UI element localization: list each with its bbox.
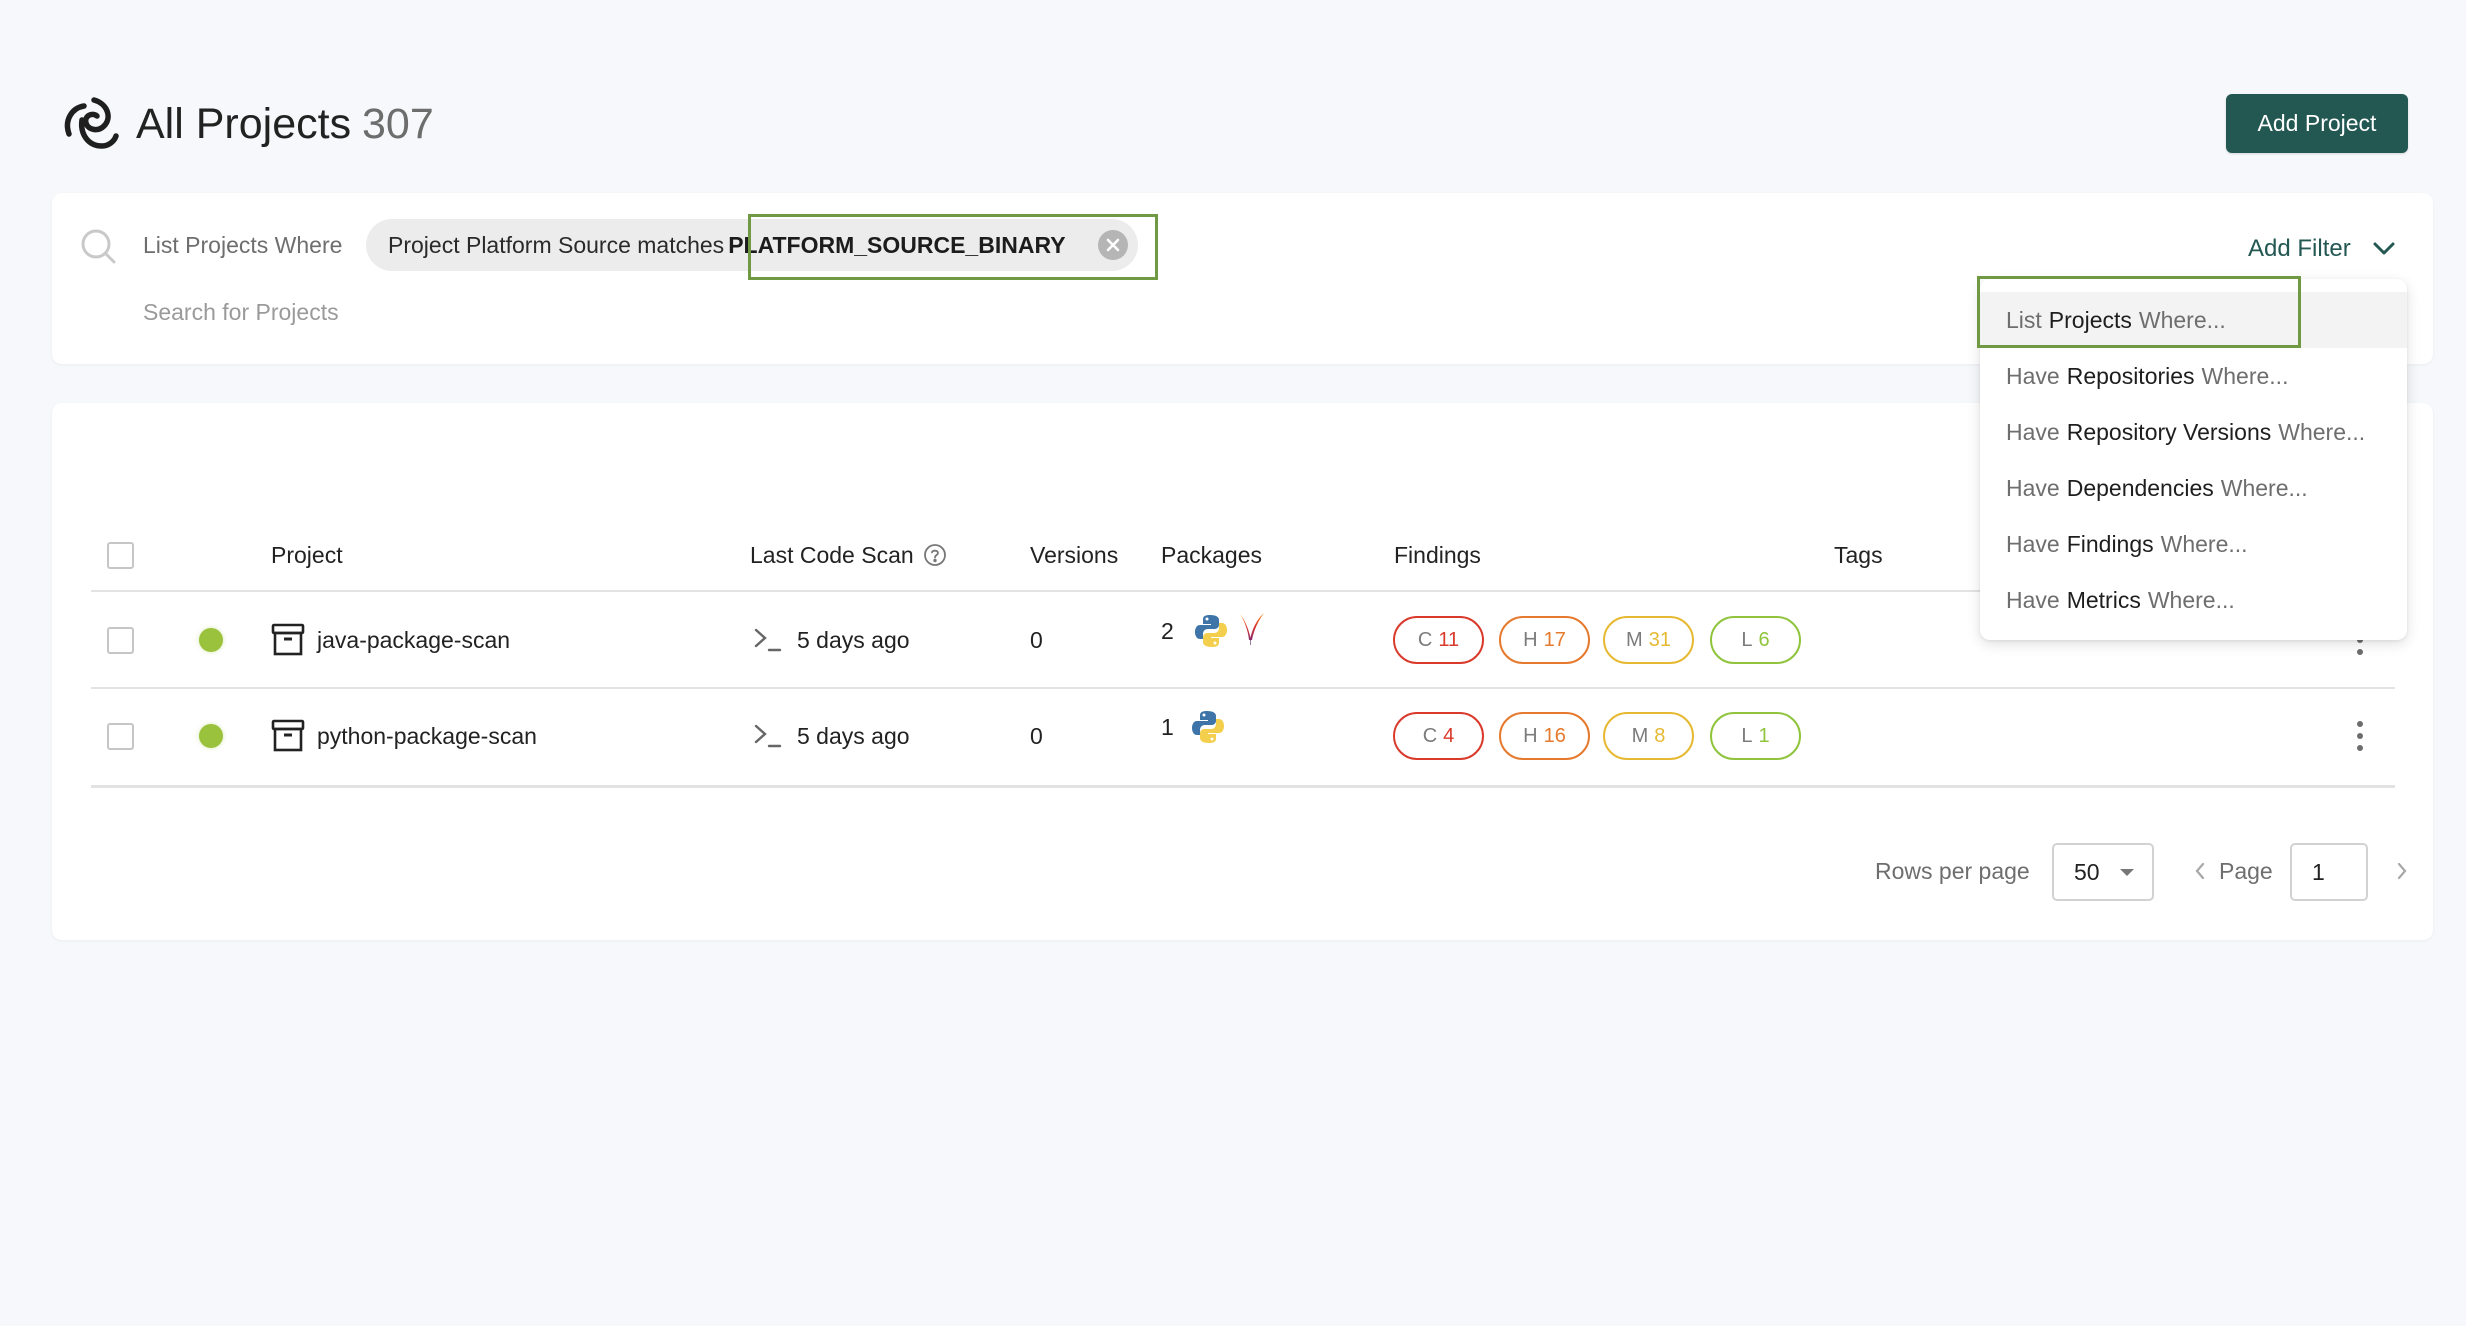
terminal-prompt-icon xyxy=(753,627,783,658)
row-checkbox[interactable] xyxy=(107,723,134,750)
close-circle-icon[interactable] xyxy=(1098,230,1128,260)
rows-per-page-value: 50 xyxy=(2074,858,2100,885)
finding-badge-medium[interactable]: M 31 xyxy=(1603,616,1694,664)
last-code-scan: 5 days ago xyxy=(797,723,910,749)
filter-prefix-label: List Projects Where xyxy=(143,231,343,258)
terminal-prompt-icon xyxy=(753,723,783,754)
column-header-versions[interactable]: Versions xyxy=(1030,538,1118,572)
help-circle-icon[interactable] xyxy=(923,543,947,567)
row-divider xyxy=(91,687,2395,689)
archive-box-icon xyxy=(271,718,305,757)
packages-count: 2 xyxy=(1161,618,1174,644)
last-code-scan: 5 days ago xyxy=(797,627,910,653)
last-code-scan-label: Last Code Scan xyxy=(750,542,914,568)
page-title: All Projects xyxy=(136,100,352,148)
next-page-button[interactable] xyxy=(2392,855,2412,887)
column-header-packages[interactable]: Packages xyxy=(1161,538,1262,572)
rows-per-page-select[interactable]: 50 xyxy=(2052,843,2154,901)
chevron-right-icon xyxy=(2397,862,2407,880)
column-header-tags: Tags xyxy=(1834,542,1883,568)
add-filter-button[interactable]: Add Filter xyxy=(2248,230,2395,268)
project-name-link[interactable]: python-package-scan xyxy=(317,719,537,753)
menu-item-have-dependencies[interactable]: Have Dependencies Where... xyxy=(1980,460,2407,516)
finding-badge-low[interactable]: L6 xyxy=(1710,616,1801,664)
packages-count: 1 xyxy=(1161,714,1174,740)
row-divider xyxy=(91,785,2395,788)
finding-badge-high[interactable]: H 16 xyxy=(1499,712,1590,760)
python-icon xyxy=(1195,614,1227,653)
finding-badge-low[interactable]: L1 xyxy=(1710,712,1801,760)
column-header-findings[interactable]: Findings xyxy=(1394,538,1481,572)
previous-page-button[interactable] xyxy=(2190,855,2210,887)
select-all-checkbox[interactable] xyxy=(107,542,134,569)
status-dot xyxy=(199,628,223,652)
page-label: Page xyxy=(2219,858,2273,884)
caret-down-icon xyxy=(2119,868,2134,876)
page-number-input[interactable] xyxy=(2290,843,2368,901)
project-count: 307 xyxy=(362,100,434,148)
finding-badge-high[interactable]: H 17 xyxy=(1499,616,1590,664)
versions-count: 0 xyxy=(1030,723,1043,749)
finding-badge-medium[interactable]: M8 xyxy=(1603,712,1694,760)
column-header-project[interactable]: Project xyxy=(271,538,343,572)
menu-item-have-metrics[interactable]: Have Metrics Where... xyxy=(1980,572,2407,628)
finding-badge-critical[interactable]: C 11 xyxy=(1393,616,1484,664)
add-project-button[interactable]: Add Project xyxy=(2226,94,2408,153)
search-icon xyxy=(80,228,118,266)
apache-maven-feather-icon xyxy=(1238,612,1266,651)
status-dot xyxy=(199,724,223,748)
active-filter-chip[interactable]: Project Platform Source matches PLATFORM… xyxy=(366,219,1138,271)
rows-per-page-label: Rows per page xyxy=(1875,858,2030,884)
add-filter-menu: List Projects Where... Have Repositories Whe… xyxy=(1980,279,2407,640)
versions-count: 0 xyxy=(1030,627,1043,653)
swirl-logo-icon xyxy=(62,94,124,154)
add-filter-label: Add Filter xyxy=(2248,235,2351,262)
menu-item-list-projects[interactable]: List Projects Where... xyxy=(1980,292,2407,348)
python-icon xyxy=(1192,710,1224,749)
project-name-link[interactable]: java-package-scan xyxy=(317,623,510,657)
chevron-down-icon xyxy=(2373,242,2395,255)
chevron-left-icon xyxy=(2195,862,2205,880)
finding-badge-critical[interactable]: C4 xyxy=(1393,712,1484,760)
row-actions-kebab-icon[interactable] xyxy=(2355,721,2365,751)
column-header-last-code-scan[interactable]: Last Code Scan xyxy=(750,538,947,572)
menu-item-have-repository-versions[interactable]: Have Repository Versions Where... xyxy=(1980,404,2407,460)
filter-value: PLATFORM_SOURCE_BINARY xyxy=(728,231,1066,258)
menu-item-have-findings[interactable]: Have Findings Where... xyxy=(1980,516,2407,572)
filter-field-text: Project Platform Source matches xyxy=(388,231,725,258)
search-projects-input[interactable] xyxy=(143,294,843,330)
row-checkbox[interactable] xyxy=(107,627,134,654)
archive-box-icon xyxy=(271,622,305,661)
menu-item-have-repositories[interactable]: Have Repositories Where... xyxy=(1980,348,2407,404)
